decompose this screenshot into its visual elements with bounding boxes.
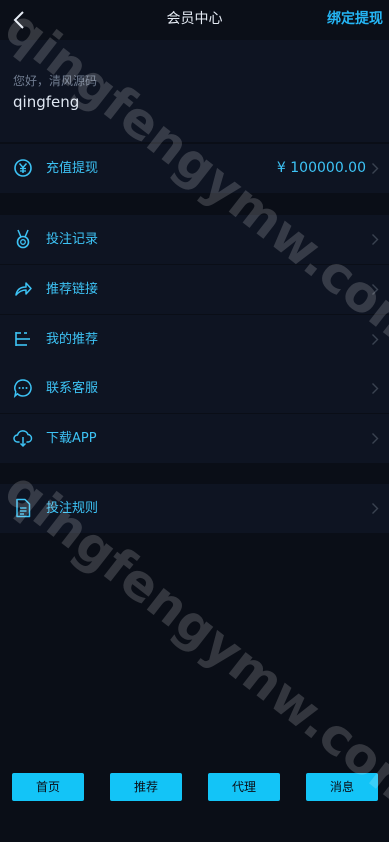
chevron-right-icon: [372, 503, 379, 514]
menu-item-customer-service[interactable]: 联系客服: [0, 364, 389, 414]
chevron-right-icon: [372, 163, 379, 174]
profile-card: 您好，清风源码 qingfeng: [0, 40, 389, 142]
menu-item-label: 投注记录: [46, 232, 99, 247]
chevron-right-icon: [372, 284, 379, 295]
medal-icon: [16, 229, 30, 249]
list-tree-icon: [15, 332, 30, 346]
navbar: 会员中心 绑定提现: [0, 0, 389, 40]
nav-home-button[interactable]: 首页: [12, 773, 84, 801]
nav-messages-button[interactable]: 消息: [306, 773, 378, 801]
cloud-download-icon: [13, 430, 33, 448]
username: qingfeng: [13, 93, 80, 111]
menu-item-label: 推荐链接: [46, 282, 99, 297]
greeting-text: 您好，清风源码: [13, 74, 98, 88]
chevron-right-icon: [372, 383, 379, 394]
nav-recommend-button[interactable]: 推荐: [110, 773, 182, 801]
menu-item-bet-records[interactable]: 投注记录: [0, 215, 389, 265]
bind-withdraw-link[interactable]: 绑定提现: [327, 0, 383, 40]
nav-agent-button[interactable]: 代理: [208, 773, 280, 801]
document-icon: [16, 498, 31, 518]
recharge-withdraw-label: 充值提现: [46, 161, 99, 176]
recharge-withdraw-row[interactable]: 充值提现 ¥ 100000.00: [0, 144, 389, 194]
menu-item-download-app[interactable]: 下载APP: [0, 414, 389, 464]
balance-amount: ¥ 100000.00: [276, 160, 366, 176]
menu-item-referral-link[interactable]: 推荐链接: [0, 265, 389, 315]
menu-item-label: 联系客服: [46, 381, 99, 396]
chat-icon: [13, 379, 32, 398]
yen-coin-icon: [14, 159, 32, 177]
menu-item-label: 下载APP: [46, 431, 97, 446]
chevron-right-icon: [372, 234, 379, 245]
chevron-right-icon: [372, 433, 379, 444]
menu-item-label: 投注规则: [46, 501, 99, 516]
share-icon: [15, 282, 32, 296]
chevron-right-icon: [372, 334, 379, 345]
menu-item-my-referrals[interactable]: 我的推荐: [0, 315, 389, 365]
menu-item-bet-rules[interactable]: 投注规则: [0, 484, 389, 534]
menu-item-label: 我的推荐: [46, 332, 99, 347]
